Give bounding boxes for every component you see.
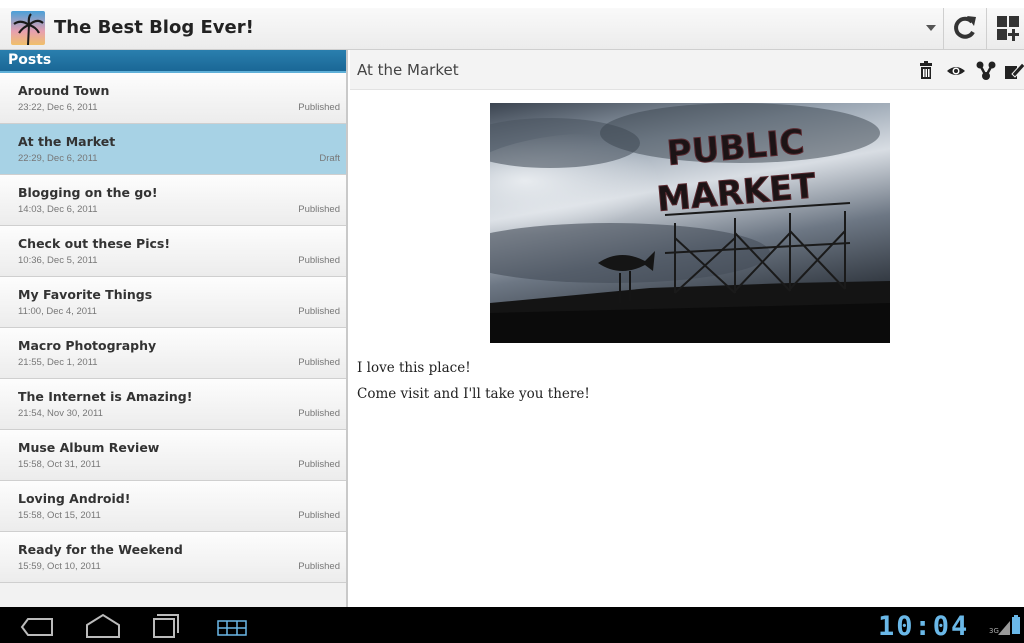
top-strip bbox=[0, 0, 1024, 8]
post-title: Macro Photography bbox=[18, 338, 157, 353]
new-post-button[interactable] bbox=[987, 8, 1024, 49]
post-date: 21:54, Nov 30, 2011 bbox=[18, 408, 103, 419]
post-list-item[interactable]: Macro Photography 21:55, Dec 1, 2011 Publi… bbox=[0, 328, 346, 379]
post-detail-title: At the Market bbox=[357, 61, 459, 79]
refresh-button[interactable] bbox=[943, 8, 986, 49]
post-title: Around Town bbox=[18, 83, 110, 98]
post-date: 21:55, Dec 1, 2011 bbox=[18, 357, 98, 368]
post-status: Published bbox=[298, 306, 340, 317]
post-photo: PUBLIC MARKET bbox=[490, 103, 890, 343]
chevron-down-icon[interactable] bbox=[918, 8, 944, 49]
system-bar: 10:04 3G bbox=[0, 607, 1024, 643]
post-list-item[interactable]: At the Market 22:29, Dec 6, 2011 Draft bbox=[0, 124, 346, 175]
post-list-item[interactable]: Ready for the Weekend 15:59, Oct 10, 2011… bbox=[0, 532, 346, 583]
blog-icon[interactable] bbox=[11, 11, 45, 45]
post-status: Published bbox=[298, 510, 340, 521]
post-status: Published bbox=[298, 255, 340, 266]
post-date: 14:03, Dec 6, 2011 bbox=[18, 204, 98, 215]
eye-icon[interactable] bbox=[945, 60, 967, 82]
post-status: Published bbox=[298, 102, 340, 113]
action-bar: The Best Blog Ever! bbox=[0, 8, 1024, 50]
recent-apps-icon[interactable] bbox=[146, 611, 182, 641]
post-date: 15:58, Oct 15, 2011 bbox=[18, 510, 101, 521]
post-body-line: Come visit and I'll take you there! bbox=[357, 386, 590, 402]
signal-icon bbox=[998, 619, 1010, 635]
post-date: 10:36, Dec 5, 2011 bbox=[18, 255, 98, 266]
menu-icon[interactable] bbox=[212, 611, 252, 641]
new-post-icon bbox=[997, 16, 1019, 41]
post-status: Draft bbox=[319, 153, 340, 164]
posts-header: Posts bbox=[0, 50, 346, 73]
battery-icon bbox=[1012, 615, 1020, 635]
post-date: 15:58, Oct 31, 2011 bbox=[18, 459, 101, 470]
post-status: Published bbox=[298, 204, 340, 215]
post-status: Published bbox=[298, 561, 340, 572]
post-body-line: I love this place! bbox=[357, 360, 471, 376]
post-status: Published bbox=[298, 408, 340, 419]
edit-icon[interactable] bbox=[1003, 60, 1024, 82]
home-icon[interactable] bbox=[82, 611, 124, 641]
share-icon[interactable] bbox=[975, 60, 997, 82]
post-title: Muse Album Review bbox=[18, 440, 160, 455]
post-date: 23:22, Dec 6, 2011 bbox=[18, 102, 98, 113]
blog-title[interactable]: The Best Blog Ever! bbox=[54, 17, 254, 38]
post-title: Blogging on the go! bbox=[18, 185, 158, 200]
post-title: Check out these Pics! bbox=[18, 236, 171, 251]
post-title: My Favorite Things bbox=[18, 287, 153, 302]
post-date: 22:29, Dec 6, 2011 bbox=[18, 153, 98, 164]
post-detail-header: At the Market bbox=[350, 50, 1024, 90]
trash-icon[interactable] bbox=[915, 60, 937, 82]
post-date: 11:00, Dec 4, 2011 bbox=[18, 306, 97, 317]
post-title: Loving Android! bbox=[18, 491, 131, 506]
posts-pane: Posts Around Town 23:22, Dec 6, 2011 Publi… bbox=[0, 50, 348, 607]
clock[interactable]: 10:04 bbox=[878, 611, 969, 642]
post-title: The Internet is Amazing! bbox=[18, 389, 193, 404]
back-icon[interactable] bbox=[18, 611, 58, 641]
post-list-item[interactable]: Blogging on the go! 14:03, Dec 6, 2011 Pub… bbox=[0, 175, 346, 226]
post-title: At the Market bbox=[18, 134, 116, 149]
post-list-item[interactable]: Around Town 23:22, Dec 6, 2011 Published bbox=[0, 73, 346, 124]
post-list-item[interactable]: Muse Album Review 15:58, Oct 31, 2011 Publ… bbox=[0, 430, 346, 481]
post-title: Ready for the Weekend bbox=[18, 542, 183, 557]
post-list-item[interactable]: Check out these Pics! 10:36, Dec 5, 2011 P… bbox=[0, 226, 346, 277]
post-list-item[interactable]: The Internet is Amazing! 21:54, Nov 30, 2… bbox=[0, 379, 346, 430]
post-list-item[interactable]: Loving Android! 15:58, Oct 15, 2011 Publis… bbox=[0, 481, 346, 532]
post-list: Around Town 23:22, Dec 6, 2011 Published At… bbox=[0, 73, 346, 583]
post-status: Published bbox=[298, 357, 340, 368]
post-list-item[interactable]: My Favorite Things 11:00, Dec 4, 2011 Publ… bbox=[0, 277, 346, 328]
post-date: 15:59, Oct 10, 2011 bbox=[18, 561, 101, 572]
post-detail-pane: At the Market PUBLIC MARKET I love this … bbox=[350, 50, 1024, 607]
refresh-icon bbox=[954, 16, 976, 39]
post-status: Published bbox=[298, 459, 340, 470]
